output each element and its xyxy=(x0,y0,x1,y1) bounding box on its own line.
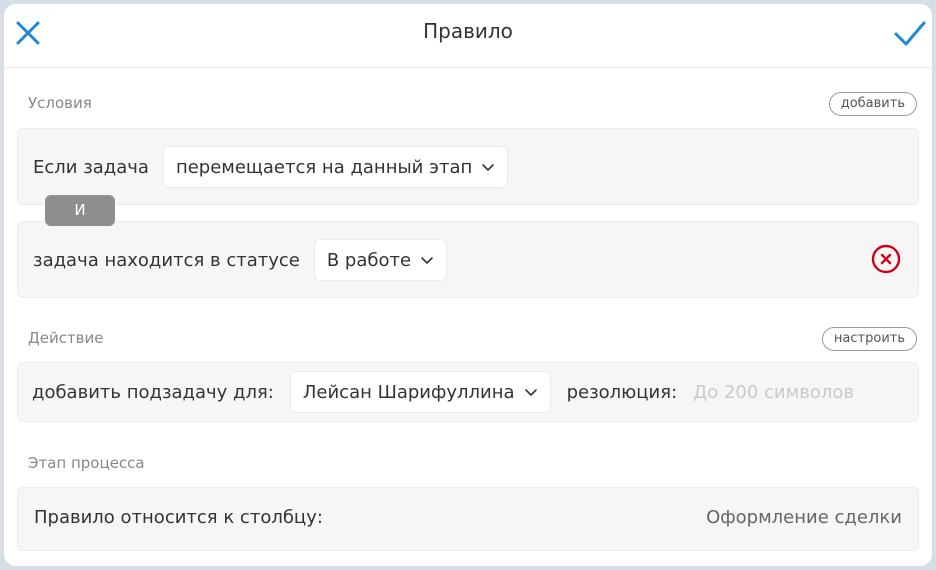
configure-action-button[interactable]: настроить xyxy=(821,327,917,351)
resolution-label: резолюция: xyxy=(566,381,678,403)
action-card: добавить подзадачу для: Лейсан Шарифулли… xyxy=(17,362,919,422)
condition-card-1: Если задача перемещается на данный этап xyxy=(17,128,919,205)
dialog-header: Правило xyxy=(4,4,932,68)
condition-2-select[interactable]: В работе xyxy=(313,239,448,281)
condition-1-select[interactable]: перемещается на данный этап xyxy=(162,146,509,188)
check-icon[interactable] xyxy=(892,15,928,51)
rule-dialog: Правило Условия добавить Если задача пер… xyxy=(4,4,932,566)
chevron-down-icon xyxy=(421,257,433,265)
action-label: Действие xyxy=(28,329,104,347)
stage-label: Этап процесса xyxy=(28,454,145,472)
condition-1-select-value: перемещается на данный этап xyxy=(175,156,473,178)
assignee-select[interactable]: Лейсан Шарифуллина xyxy=(289,371,551,413)
stage-card: Правило относится к столбцу: Оформление … xyxy=(17,487,919,551)
stage-prefix: Правило относится к столбцу: xyxy=(34,507,323,528)
condition-2-prefix: задача находится в статусе xyxy=(33,249,300,271)
add-condition-button[interactable]: добавить xyxy=(828,92,917,116)
action-prefix: добавить подзадачу для: xyxy=(32,381,274,403)
condition-1-prefix: Если задача xyxy=(33,156,149,178)
chevron-down-icon xyxy=(524,389,537,397)
resolution-input[interactable] xyxy=(693,381,894,403)
conditions-label: Условия xyxy=(28,94,92,112)
chevron-down-icon xyxy=(482,164,495,172)
stage-value: Оформление сделки xyxy=(706,507,902,528)
assignee-value: Лейсан Шарифуллина xyxy=(302,381,515,403)
condition-card-2: задача находится в статусе В работе xyxy=(17,221,919,298)
condition-2-select-value: В работе xyxy=(326,249,412,271)
and-badge: И xyxy=(45,195,115,226)
remove-circle-icon[interactable] xyxy=(870,243,902,275)
dialog-title: Правило xyxy=(423,19,513,43)
